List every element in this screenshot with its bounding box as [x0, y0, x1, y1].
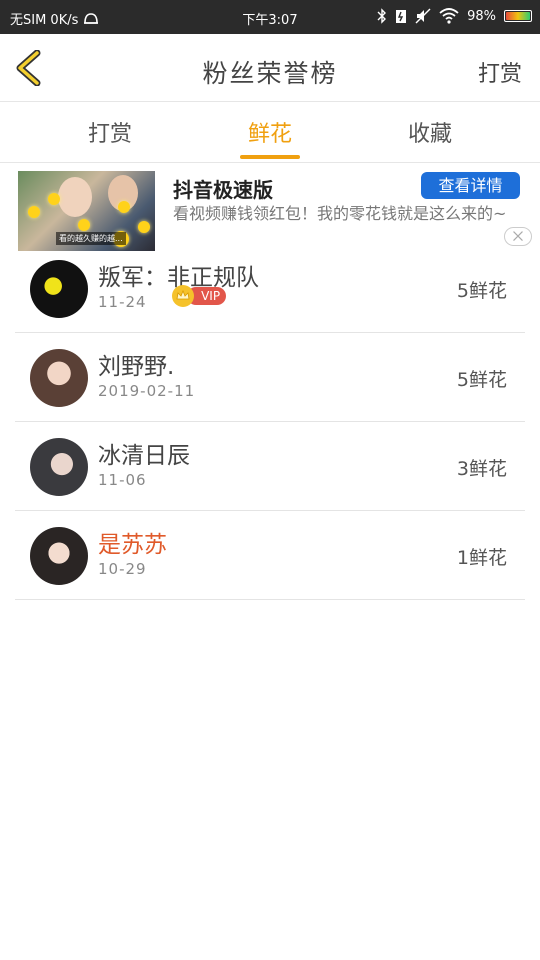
fan-name: 刘野野.	[98, 354, 175, 380]
bluetooth-icon	[377, 8, 387, 24]
status-bar: 无SIM 0K/s 下午3:07 98%	[0, 0, 540, 34]
mute-icon	[415, 8, 431, 24]
ad-title: 抖音极速版	[173, 178, 273, 202]
fan-name: 是苏苏	[98, 532, 167, 558]
fan-name: 冰清日辰	[98, 443, 190, 469]
active-tab-indicator	[240, 155, 300, 159]
tab-reward[interactable]: 打赏	[50, 116, 170, 148]
avatar[interactable]	[30, 349, 88, 407]
flower-count: 5鲜花	[456, 369, 507, 391]
fan-date: 2019-02-11	[98, 382, 196, 400]
reward-button[interactable]: 打赏	[478, 56, 522, 88]
list-item[interactable]: 冰清日辰 11-06 3鲜花	[15, 422, 525, 511]
vip-badge: VIP	[172, 285, 227, 307]
avatar[interactable]	[30, 260, 88, 318]
ad-description: 看视频赚钱领红包！我的零花钱就是这么来的~	[173, 204, 507, 223]
fan-list: 叛军：非正规队 11-24 5鲜花 刘野野. 2019-02-11 5鲜花 冰清…	[15, 244, 525, 600]
avatar[interactable]	[30, 527, 88, 585]
battery-icon	[504, 10, 532, 22]
wifi-icon	[439, 8, 459, 24]
list-item[interactable]: 叛军：非正规队 11-24 5鲜花	[15, 244, 525, 333]
list-item[interactable]: 是苏苏 10-29 1鲜花	[15, 511, 525, 600]
fan-date: 11-24	[98, 293, 147, 311]
tab-bar: 打赏 鲜花 收藏	[0, 102, 540, 163]
flower-count: 5鲜花	[456, 280, 507, 302]
tab-favorites[interactable]: 收藏	[370, 116, 490, 148]
fan-date: 10-29	[98, 560, 147, 578]
battery-saver-icon	[396, 10, 407, 23]
battery-percent: 98%	[467, 8, 496, 24]
fan-date: 11-06	[98, 471, 147, 489]
crown-icon	[172, 285, 194, 307]
flower-count: 1鲜花	[456, 547, 507, 569]
app-header: 粉丝荣誉榜 打赏	[0, 34, 540, 102]
flower-count: 3鲜花	[456, 458, 507, 480]
page-title: 粉丝荣誉榜	[202, 59, 338, 88]
ad-details-button[interactable]: 查看详情	[421, 172, 520, 199]
tab-flowers[interactable]: 鲜花	[210, 116, 330, 148]
avatar[interactable]	[30, 438, 88, 496]
list-item[interactable]: 刘野野. 2019-02-11 5鲜花	[15, 333, 525, 422]
ad-thumbnail[interactable]: 看的越久赚的越...	[18, 171, 155, 251]
ad-banner[interactable]: 看的越久赚的越... 抖音极速版 查看详情 看视频赚钱领红包！我的零花钱就是这么…	[18, 171, 532, 253]
